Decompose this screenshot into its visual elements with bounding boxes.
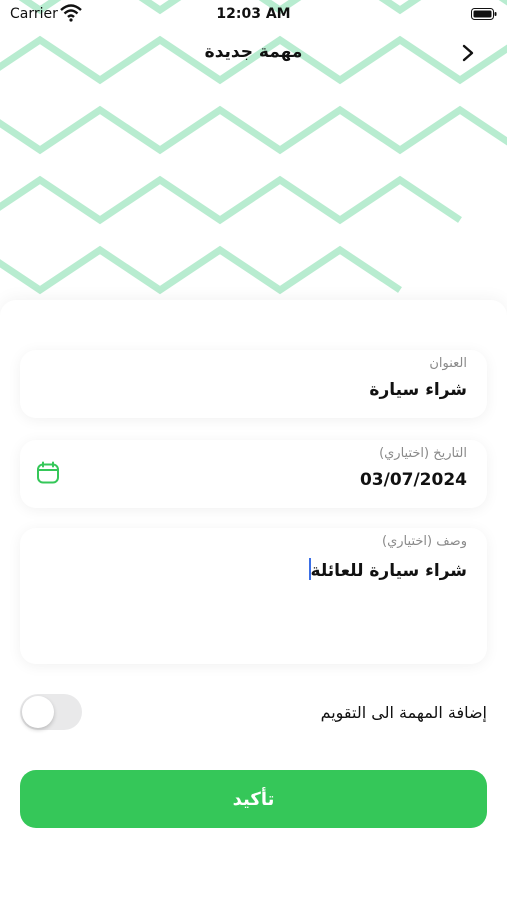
description-field[interactable]: وصف (اختياري) شراء سيارة للعائلة [20,528,487,664]
calendar-toggle-label: إضافة المهمة الى التقويم [320,703,487,722]
title-field[interactable]: العنوان شراء سيارة [20,350,487,418]
title-field-label: العنوان [429,356,467,371]
description-text: شراء سيارة للعائلة [310,561,467,581]
date-field[interactable]: التاريخ (اختياري) 03/07/2024 [20,440,487,508]
description-field-value[interactable]: شراء سيارة للعائلة [307,558,467,581]
status-bar: Carrier 12:03 AM [0,0,507,30]
chevron-right-icon[interactable] [457,42,479,64]
status-time: 12:03 AM [216,6,291,22]
calendar-icon[interactable] [36,461,60,485]
page-title: مهمة جديدة [204,42,303,62]
date-field-value[interactable]: 03/07/2024 [360,470,467,490]
description-field-label: وصف (اختياري) [382,534,467,549]
date-field-label: التاريخ (اختياري) [379,446,467,461]
nav-bar: مهمة جديدة [0,36,507,70]
confirm-button[interactable]: تأكيد [20,770,487,828]
calendar-toggle[interactable] [20,694,82,730]
battery-icon [471,8,497,20]
toggle-knob [22,696,54,728]
title-field-value[interactable]: شراء سيارة [369,380,467,400]
